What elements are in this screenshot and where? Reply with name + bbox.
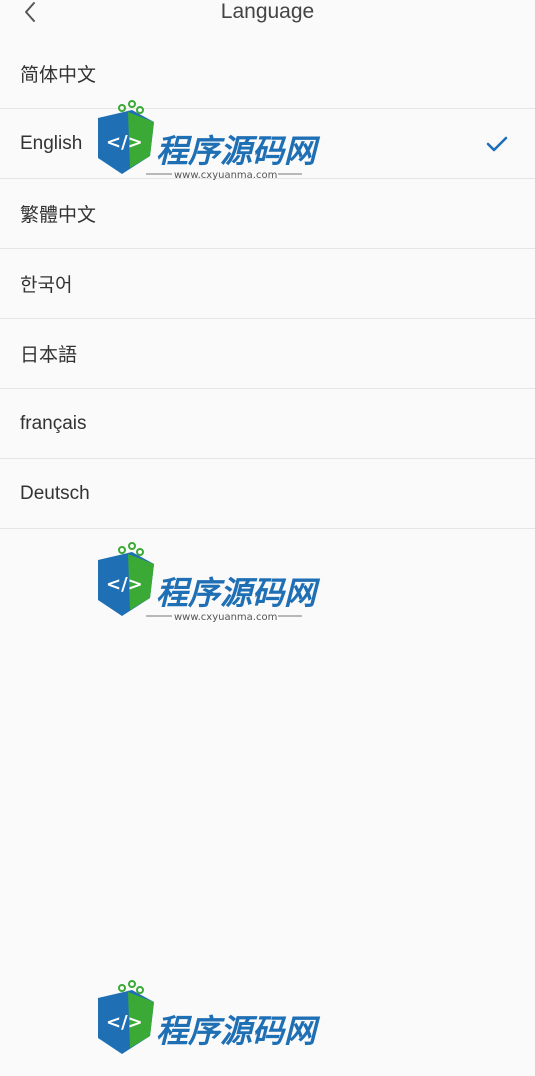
language-label: 繁體中文 [20,205,97,226]
header-bar: Language [0,0,535,38]
language-label: Deutsch [20,482,90,504]
language-label: 日本語 [20,345,78,366]
page-title: Language [220,0,315,23]
language-item-french[interactable]: français [0,389,535,459]
svg-text:程序源码网: 程序源码网 [156,1012,321,1050]
language-item-english[interactable]: English [0,109,535,179]
svg-text:</>: </> [106,1012,143,1033]
language-item-korean[interactable]: 한국어 [0,249,535,319]
language-list: 简体中文 English 繁體中文 한국어 日本語 français Deuts… [0,38,535,529]
watermark-logo: </> 程序源码网 www.cxyuanma.com [98,542,321,623]
language-item-traditional-chinese[interactable]: 繁體中文 [0,179,535,249]
language-label: français [20,412,87,434]
checkmark-icon [486,136,508,151]
language-item-japanese[interactable]: 日本語 [0,319,535,389]
language-item-simplified-chinese[interactable]: 简体中文 [0,38,535,109]
svg-text:程序源码网: 程序源码网 [156,574,321,612]
svg-text:</>: </> [106,574,143,595]
watermark-logo: </> 程序源码网 [98,980,321,1054]
language-label: 한국어 [20,275,73,296]
language-item-german[interactable]: Deutsch [0,459,535,529]
language-label: English [20,132,83,154]
language-label: 简体中文 [20,64,97,86]
svg-text:www.cxyuanma.com: www.cxyuanma.com [174,612,277,623]
